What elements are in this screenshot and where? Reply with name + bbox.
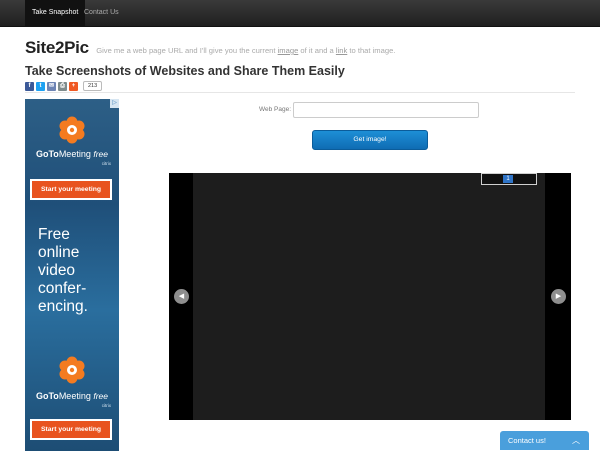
- tagline-image-link[interactable]: image: [278, 46, 299, 55]
- ad-logo-regular: Meeting: [58, 391, 91, 401]
- get-image-button[interactable]: Get image!: [312, 130, 428, 150]
- web-page-url-input[interactable]: [293, 102, 479, 118]
- tagline: Give me a web page URL and I'll give you…: [96, 46, 395, 55]
- ad-logo-regular: Meeting: [58, 149, 91, 159]
- share-bar: f t ✉ ⎙ + 213: [25, 81, 103, 91]
- share-count: 213: [83, 81, 103, 91]
- ad-logo-bold: GoTo: [35, 391, 59, 401]
- chevron-left-icon[interactable]: ◀: [174, 289, 189, 304]
- snapshot-display: [193, 173, 545, 420]
- twitter-icon[interactable]: t: [36, 81, 45, 91]
- divider: [25, 92, 575, 93]
- ad-logo: GoToMeeting free: [25, 391, 119, 401]
- brand-logo-text[interactable]: Site2Pic: [25, 38, 89, 57]
- facebook-icon[interactable]: f: [25, 81, 34, 91]
- tagline-part: of it and a: [298, 46, 336, 55]
- ad-logo-bold: GoTo: [35, 149, 59, 159]
- contact-us-widget[interactable]: Contact us! ︿: [500, 431, 589, 450]
- more-icon[interactable]: +: [69, 81, 78, 91]
- page-headline: Take Screenshots of Websites and Share T…: [25, 64, 345, 78]
- web-page-label: Web Page:: [259, 106, 292, 113]
- ad-logo: GoToMeeting free: [25, 149, 119, 159]
- contact-us-label[interactable]: Contact us!: [508, 431, 546, 450]
- ad-start-meeting-button[interactable]: Start your meeting: [30, 419, 112, 440]
- chevron-right-icon[interactable]: ▶: [551, 289, 566, 304]
- print-icon[interactable]: ⎙: [58, 81, 67, 91]
- zoom-control[interactable]: 1: [481, 173, 537, 185]
- ad-logo-sub: citrix: [101, 403, 111, 408]
- chevron-up-icon[interactable]: ︿: [572, 431, 580, 450]
- tagline-part: to that image.: [347, 46, 396, 55]
- brand-line: Site2Pic Give me a web page URL and I'll…: [25, 38, 395, 58]
- tagline-part: Give me a web page URL and I'll give you…: [96, 46, 278, 55]
- ad-logo-free: free: [93, 391, 109, 401]
- ad-choices-icon[interactable]: ▷: [110, 99, 119, 108]
- ad-start-meeting-button[interactable]: Start your meeting: [30, 179, 112, 200]
- ad-headline: Free online video confer- encing.: [38, 226, 88, 315]
- ad-logo-free: free: [93, 149, 109, 159]
- ad-logo-sub: citrix: [101, 161, 111, 166]
- zoom-value[interactable]: 1: [503, 175, 513, 183]
- email-icon[interactable]: ✉: [47, 81, 56, 91]
- top-navbar: Take Snapshot Contact Us: [0, 0, 600, 27]
- gotomeeting-flower-icon: [59, 116, 85, 144]
- tagline-link-link[interactable]: link: [336, 46, 347, 55]
- advertisement-banner[interactable]: ▷ GoToMeeting free citrix Start your mee…: [25, 99, 119, 451]
- gotomeeting-flower-icon: [59, 356, 85, 384]
- snapshot-viewer: 1 ◀ ▶: [169, 173, 571, 420]
- nav-contact-us[interactable]: Contact Us: [77, 0, 126, 26]
